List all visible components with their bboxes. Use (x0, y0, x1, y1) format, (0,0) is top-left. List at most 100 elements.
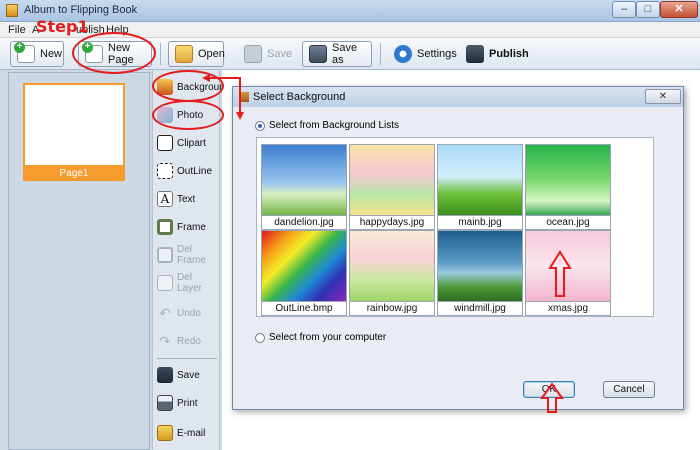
background-caption: ocean.jpg (525, 216, 611, 230)
tool-print-label: Print (177, 397, 198, 409)
text-icon: A (157, 191, 173, 207)
toolbar-separator (160, 43, 161, 65)
folder-icon (175, 45, 193, 63)
page-label: Page1 (23, 167, 125, 181)
outline-image (261, 230, 347, 302)
background-caption: OutLine.bmp (261, 302, 347, 316)
happydays-image (349, 144, 435, 216)
tool-frame-label: Frame (177, 221, 206, 233)
outline-icon (157, 163, 173, 179)
tool-text[interactable]: A Text (157, 188, 219, 210)
tool-outline[interactable]: OutLine (157, 160, 219, 182)
option-background-lists-label: Select from Background Lists (269, 120, 400, 131)
tool-undo[interactable]: ↶ Undo (157, 302, 219, 324)
rainbow-image (349, 230, 435, 302)
redo-icon: ↷ (159, 333, 171, 349)
floppy-icon (309, 45, 327, 63)
ok-button[interactable]: OK (523, 381, 575, 398)
window-title: Album to Flipping Book (24, 4, 138, 16)
gear-icon (394, 45, 412, 63)
tool-separator (157, 358, 217, 359)
tool-frame[interactable]: Frame (157, 216, 219, 238)
radio-selected[interactable] (255, 120, 265, 131)
save-button[interactable]: Save (238, 41, 298, 67)
tool-clipart-label: Clipart (177, 137, 206, 149)
tool-clipart[interactable]: Clipart (157, 132, 219, 154)
background-thumb[interactable]: ocean.jpg (525, 144, 611, 230)
settings-button[interactable]: Settings (388, 41, 457, 67)
tool-email-label: E-mail (177, 427, 206, 439)
del-frame-icon (157, 247, 173, 263)
printer-icon (157, 395, 173, 411)
menu-file[interactable]: File (8, 24, 26, 36)
settings-label: Settings (417, 48, 457, 60)
minimize-button[interactable]: – (612, 1, 636, 18)
ocean-image (525, 144, 611, 216)
title-bar: Album to Flipping Book – □ ✕ (0, 0, 700, 22)
publish-label: Publish (489, 48, 529, 60)
tool-save-label: Save (177, 369, 200, 381)
background-caption: dandelion.jpg (261, 216, 347, 230)
background-caption: windmill.jpg (437, 302, 523, 316)
dialog-close-button[interactable]: ✕ (645, 89, 681, 104)
page-thumbnail[interactable] (23, 83, 125, 167)
radio-unselected[interactable] (255, 332, 265, 343)
new-page-highlight-ring (72, 32, 156, 74)
windmill-image (437, 230, 523, 302)
tool-outline-label: OutLine (177, 165, 213, 177)
tool-del-frame[interactable]: Del Frame (157, 244, 219, 266)
tool-save[interactable]: Save (157, 364, 219, 386)
app-icon (6, 4, 18, 17)
close-button[interactable]: ✕ (660, 1, 698, 18)
tool-text-label: Text (177, 193, 196, 205)
save-as-button[interactable]: Save as (302, 41, 372, 67)
tool-undo-label: Undo (177, 307, 201, 319)
tool-del-layer-label: Del Layer (177, 272, 203, 294)
dialog-title-bar: Select Background ✕ (233, 87, 683, 107)
option-background-lists[interactable]: Select from Background Lists (255, 120, 399, 131)
save-label: Save (267, 48, 293, 60)
background-caption: mainb.jpg (437, 216, 523, 230)
option-your-computer-label: Select from your computer (269, 332, 387, 343)
frame-icon (157, 219, 173, 235)
save-as-label: Save as (332, 42, 358, 66)
background-thumb[interactable]: rainbow.jpg (349, 230, 435, 316)
email-icon (157, 425, 173, 441)
background-caption: happydays.jpg (349, 216, 435, 230)
tool-redo[interactable]: ↷ Redo (157, 330, 219, 352)
new-label: New (40, 48, 63, 60)
background-caption: rainbow.jpg (349, 302, 435, 316)
new-button[interactable]: + New (10, 41, 64, 67)
publish-button[interactable]: Publish (460, 41, 529, 67)
mainb-image (437, 144, 523, 216)
xmas-image (525, 230, 611, 302)
page-panel: Page1 (8, 72, 150, 450)
dialog-icon (239, 92, 249, 102)
undo-icon: ↶ (159, 305, 171, 321)
tool-del-layer[interactable]: Del Layer (157, 272, 219, 294)
tool-redo-label: Redo (177, 335, 201, 347)
background-thumb[interactable]: windmill.jpg (437, 230, 523, 316)
dialog-title: Select Background (253, 91, 346, 103)
background-list: dandelion.jpg happydays.jpg mainb.jpg oc… (256, 137, 654, 317)
background-thumb[interactable]: xmas.jpg (525, 230, 611, 316)
background-caption: xmas.jpg (525, 302, 611, 316)
open-button[interactable]: Open (168, 41, 225, 67)
background-thumb[interactable]: OutLine.bmp (261, 230, 347, 316)
step-annotation: Step1 (36, 17, 89, 36)
cancel-button[interactable]: Cancel (603, 381, 655, 398)
tool-email[interactable]: E-mail (157, 422, 219, 444)
option-your-computer[interactable]: Select from your computer (255, 332, 386, 343)
floppy-icon (244, 45, 262, 63)
dandelion-image (261, 144, 347, 216)
open-label: Open (198, 48, 225, 60)
tool-print[interactable]: Print (157, 392, 219, 414)
clipart-icon (157, 135, 173, 151)
del-layer-icon (157, 275, 173, 291)
toolbar-separator (380, 43, 381, 65)
select-background-dialog: Select Background ✕ Select from Backgrou… (232, 86, 684, 410)
background-thumb[interactable]: happydays.jpg (349, 144, 435, 230)
background-thumb[interactable]: mainb.jpg (437, 144, 523, 230)
maximize-button[interactable]: □ (636, 1, 660, 18)
background-thumb[interactable]: dandelion.jpg (261, 144, 347, 230)
